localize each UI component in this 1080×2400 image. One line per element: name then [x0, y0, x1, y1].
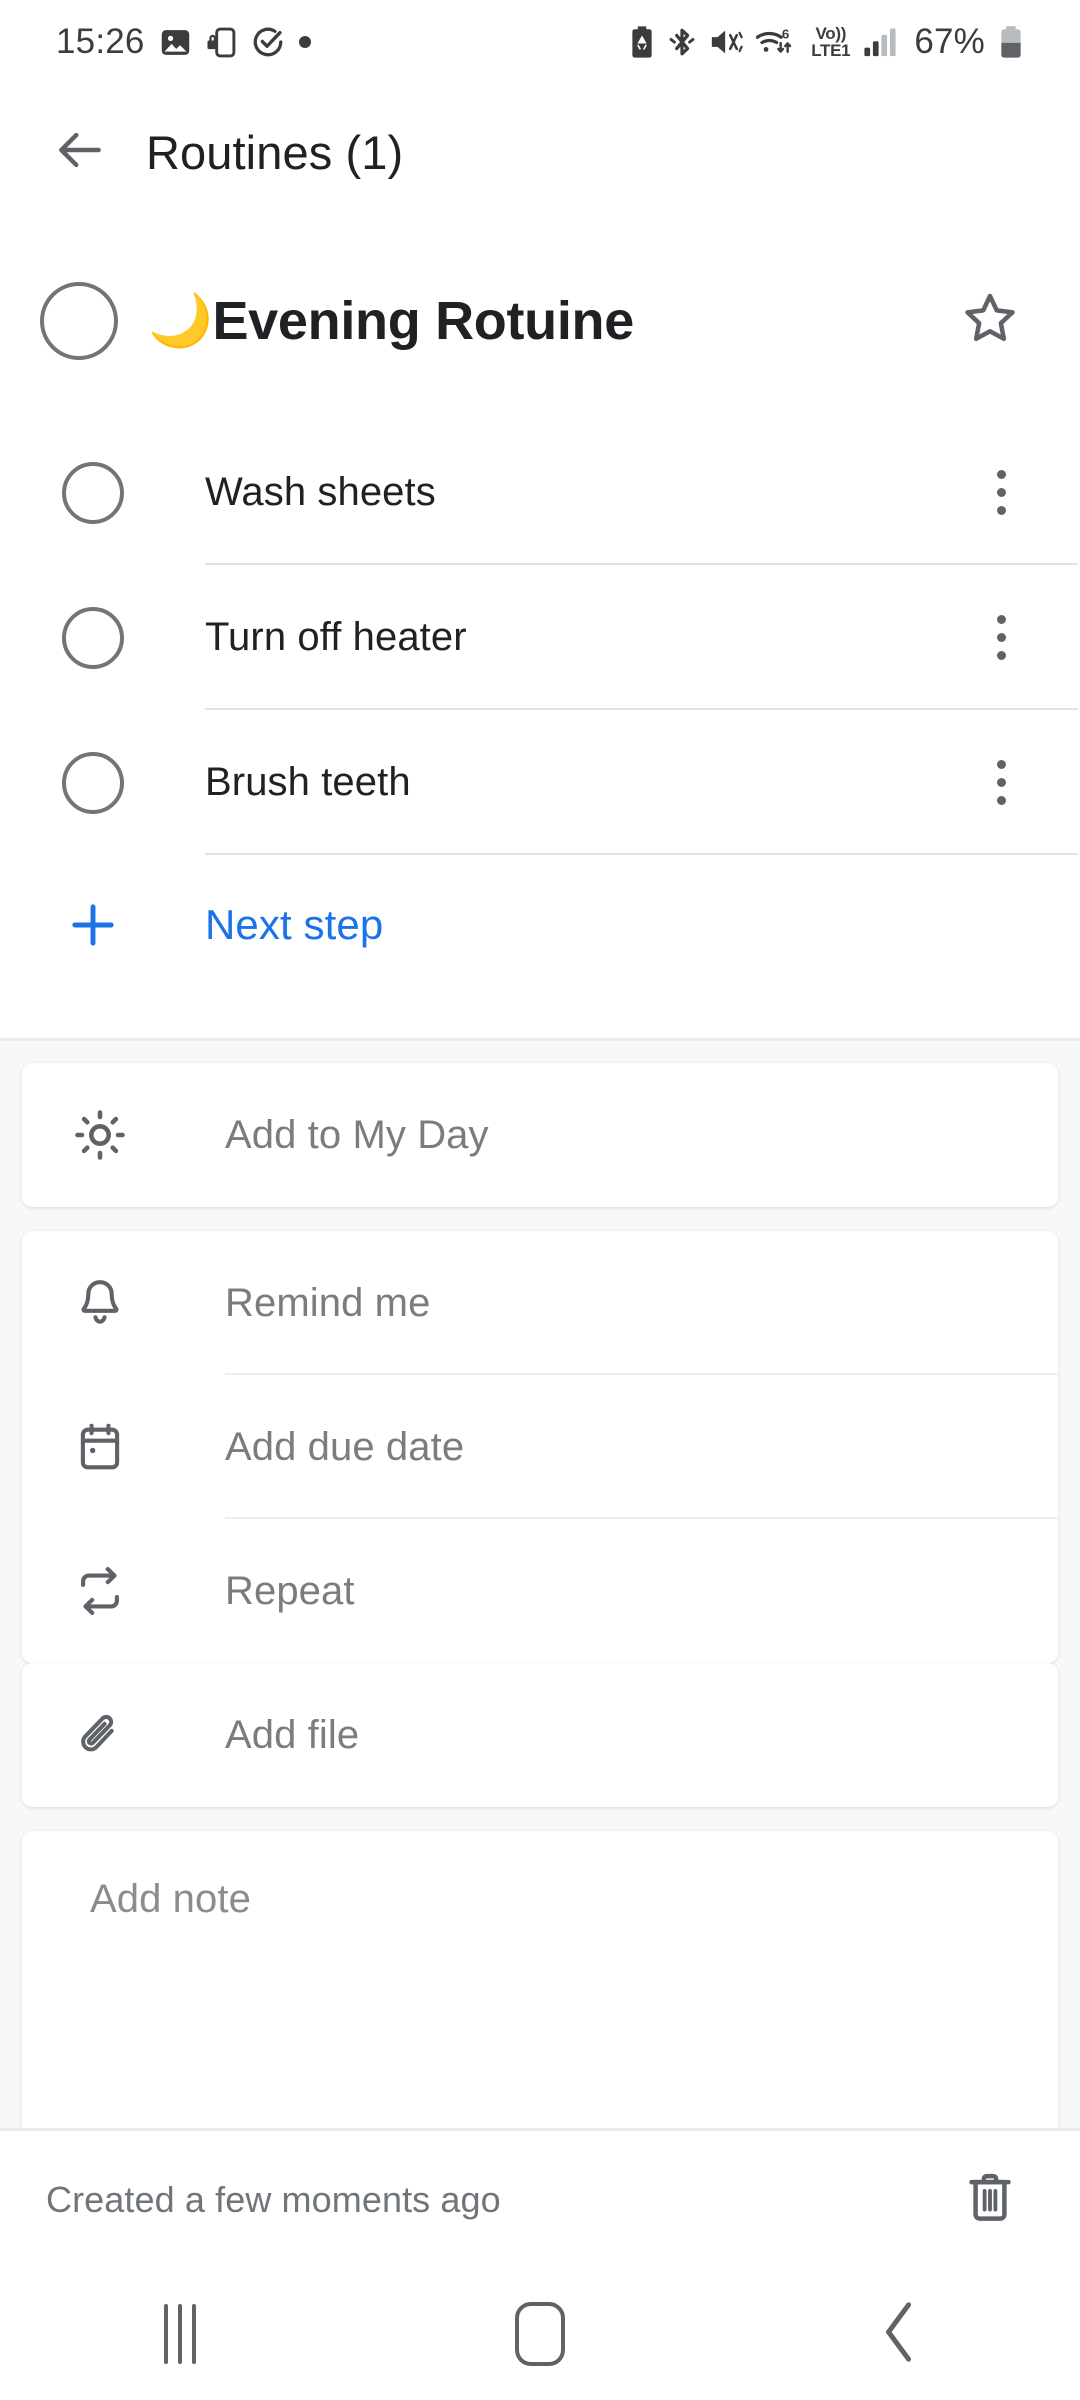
- plus-icon: [62, 894, 124, 956]
- trash-icon: [964, 2170, 1016, 2229]
- add-note-placeholder: Add note: [90, 1877, 251, 1921]
- volte-icon: Vo)) LTE1: [811, 25, 850, 59]
- divider: [205, 853, 1078, 855]
- step-row[interactable]: Turn off heater: [0, 565, 1080, 710]
- task-title-row: 🌙 Evening Rotuine: [0, 250, 1080, 392]
- calendar-icon: [62, 1421, 138, 1473]
- svg-text:6: 6: [782, 26, 789, 41]
- volume-mute-icon: [709, 26, 743, 58]
- battery-saver-icon: [629, 25, 655, 59]
- steps-list: Wash sheets Turn off heater Brush teeth: [0, 420, 1080, 995]
- arrow-left-icon: [52, 122, 108, 183]
- status-bar-right: 6 Vo)) LTE1 67%: [629, 22, 1080, 62]
- step-row[interactable]: Brush teeth: [0, 710, 1080, 855]
- repeat-row[interactable]: Repeat: [22, 1519, 1058, 1663]
- add-file-row[interactable]: Add file: [22, 1663, 1058, 1807]
- more-vertical-icon: [996, 615, 1006, 624]
- home-button[interactable]: [360, 2268, 720, 2400]
- add-due-date-label: Add due date: [225, 1424, 465, 1469]
- battery-level-icon: [998, 25, 1024, 59]
- scheduling-card: Remind me Add due date Repeat: [22, 1231, 1058, 1663]
- add-file-label: Add file: [225, 1712, 360, 1757]
- task-title-text: Evening Rotuine: [212, 291, 634, 351]
- phone-lock-icon: [206, 26, 237, 59]
- created-timestamp: Created a few moments ago: [46, 2178, 501, 2220]
- add-to-my-day-label: Add to My Day: [225, 1112, 489, 1157]
- favorite-star-button[interactable]: [948, 279, 1032, 363]
- step-more-menu[interactable]: [966, 458, 1036, 528]
- status-bar: 15:26 6 Vo)) LTE1 67%: [0, 0, 1080, 84]
- page-title: Routines (1): [146, 125, 404, 179]
- more-vertical-icon: [996, 760, 1006, 769]
- status-bar-left: 15:26: [0, 22, 311, 62]
- more-vertical-icon: [996, 470, 1006, 479]
- star-outline-icon: [959, 288, 1021, 355]
- signal-bars-icon: [863, 26, 897, 58]
- volte-top-label: Vo)): [815, 24, 847, 43]
- back-chevron-icon: [880, 2301, 920, 2368]
- repeat-label: Repeat: [225, 1568, 355, 1613]
- battery-percent-label: 67%: [914, 22, 985, 61]
- remind-me-row[interactable]: Remind me: [22, 1231, 1058, 1375]
- step-label: Brush teeth: [205, 760, 411, 804]
- task-options-section: Add to My Day Remind me Add due date Rep…: [0, 1038, 1080, 2131]
- next-step-label: Next step: [205, 901, 384, 948]
- volte-bottom-label: LTE1: [811, 41, 851, 60]
- nav-back-button[interactable]: [720, 2268, 1080, 2400]
- step-more-menu[interactable]: [966, 603, 1036, 673]
- note-card[interactable]: Add note: [22, 1831, 1058, 2131]
- step-label: Turn off heater: [205, 615, 467, 659]
- recents-button[interactable]: [0, 2268, 360, 2400]
- more-vertical-icon: [996, 778, 1006, 787]
- attachment-card: Add file: [22, 1663, 1058, 1807]
- bluetooth-icon: [668, 25, 696, 59]
- photo-icon: [159, 26, 192, 59]
- my-day-card: Add to My Day: [22, 1063, 1058, 1207]
- wifi-icon: 6: [756, 25, 798, 59]
- step-checkbox[interactable]: [62, 606, 124, 669]
- more-vertical-icon: [996, 796, 1006, 805]
- back-button[interactable]: [32, 104, 128, 200]
- more-vertical-icon: [996, 633, 1006, 642]
- recents-icon: [164, 2304, 196, 2364]
- delete-task-button[interactable]: [952, 2162, 1028, 2238]
- check-circle-icon: [251, 25, 285, 59]
- crescent-moon-icon: 🌙: [148, 292, 213, 350]
- more-vertical-icon: [996, 488, 1006, 497]
- phone-screen: 15:26 6 Vo)) LTE1 67% Routines (1) 🌙 Eve…: [0, 0, 1080, 2400]
- task-complete-checkbox[interactable]: [40, 282, 118, 360]
- step-row[interactable]: Wash sheets: [0, 420, 1080, 565]
- step-label: Wash sheets: [205, 470, 436, 514]
- android-nav-bar: [0, 2268, 1080, 2400]
- bell-icon: [62, 1277, 138, 1329]
- paperclip-icon: [62, 1709, 138, 1761]
- app-bar: Routines (1): [0, 84, 1080, 220]
- sun-icon: [62, 1109, 138, 1161]
- more-vertical-icon: [996, 651, 1006, 660]
- add-to-my-day-row[interactable]: Add to My Day: [22, 1063, 1058, 1207]
- more-vertical-icon: [996, 506, 1006, 515]
- repeat-icon: [62, 1565, 138, 1617]
- step-more-menu[interactable]: [966, 748, 1036, 818]
- dot-indicator-icon: [298, 36, 311, 48]
- step-checkbox[interactable]: [62, 461, 124, 524]
- status-bar-clock: 15:26: [56, 22, 145, 61]
- step-checkbox[interactable]: [62, 751, 124, 814]
- task-footer: Created a few moments ago: [0, 2128, 1080, 2268]
- home-icon: [515, 2302, 565, 2366]
- add-next-step-button[interactable]: Next step: [0, 855, 1080, 995]
- remind-me-label: Remind me: [225, 1280, 431, 1325]
- add-due-date-row[interactable]: Add due date: [22, 1375, 1058, 1519]
- task-title[interactable]: 🌙 Evening Rotuine: [148, 290, 634, 352]
